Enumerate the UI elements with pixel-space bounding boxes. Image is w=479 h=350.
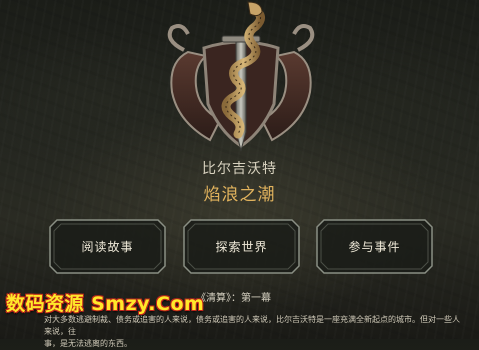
story-line-1: 对大多数逃避制裁、债务或追害的人来说，债务或追害的人来说，比尔吉沃特是一座充满全… <box>44 315 460 336</box>
join-event-button[interactable]: 参与事件 <box>316 219 433 274</box>
read-story-button[interactable]: 阅读故事 <box>49 219 166 274</box>
serpent-sword-crest-icon <box>167 1 315 152</box>
chapter-heading: 《清算》：第一幕 <box>196 293 271 304</box>
story-text: 对大多数逃避制裁、债务或追害的人来说，债务或追害的人来说，比尔吉沃特是一座充满全… <box>44 314 464 350</box>
explore-world-label: 探索世界 <box>215 240 268 254</box>
explore-world-button[interactable]: 探索世界 <box>183 219 300 274</box>
story-line-2: 事，是无法逃离的东西。 <box>44 339 132 348</box>
region-subtitle: 比尔吉沃特 <box>202 161 277 177</box>
site-watermark: 数码资源 Smzy.Com <box>6 293 205 315</box>
read-story-label: 阅读故事 <box>81 240 134 254</box>
join-event-label: 参与事件 <box>348 240 401 254</box>
event-title: 焰浪之潮 <box>203 185 276 205</box>
